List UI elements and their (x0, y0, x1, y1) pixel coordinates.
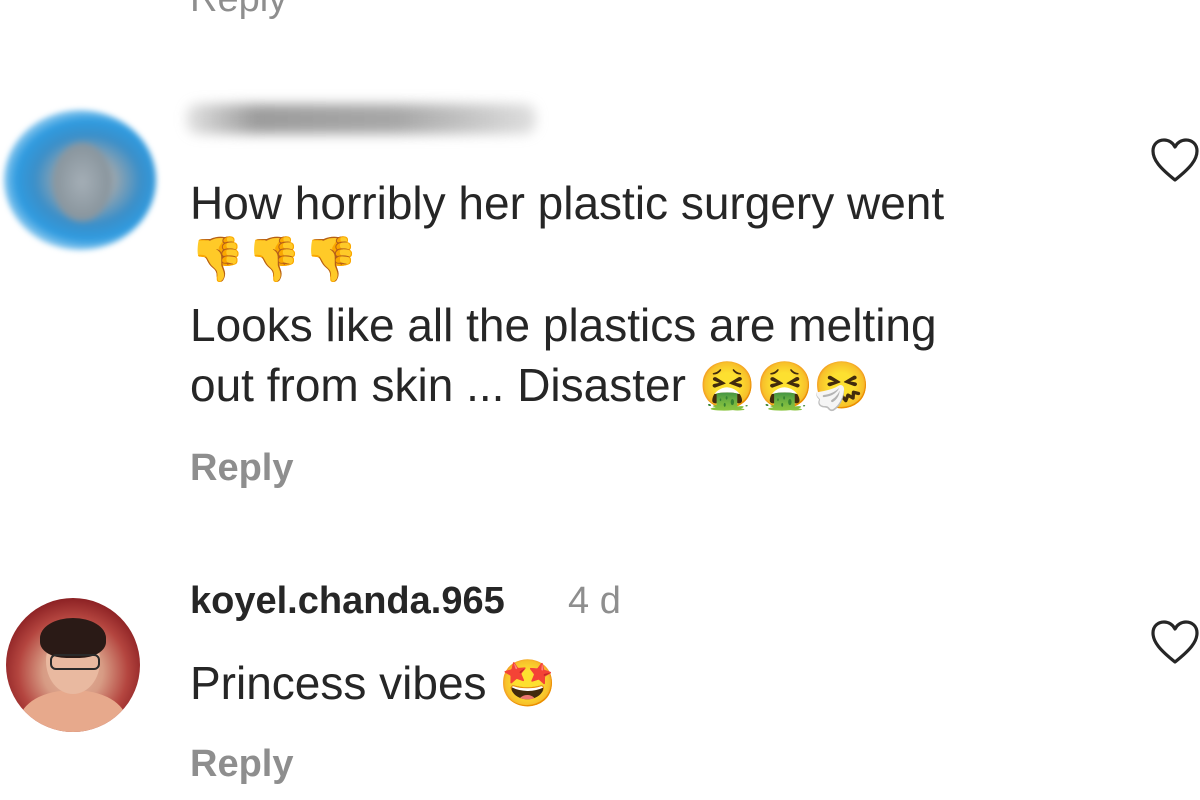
comment-text-line-1: How horribly her plastic surgery went (190, 177, 945, 229)
comment-text-line-3: out from skin ... Disaster 🤮🤮🤧 (190, 359, 871, 411)
blurred-username[interactable] (186, 104, 536, 134)
comment-username[interactable]: koyel.chanda.965 (190, 578, 505, 624)
heart-outline-icon[interactable] (1150, 138, 1200, 184)
reply-button[interactable]: Reply (190, 742, 293, 786)
avatar[interactable] (4, 110, 156, 250)
comment-text-line-2: Looks like all the plastics are melting (190, 299, 937, 351)
avatar[interactable] (6, 598, 140, 732)
previous-reply-fragment[interactable]: Reply (190, 0, 287, 21)
comment-timestamp: 4 d (568, 580, 621, 622)
comment-text: Princess vibes 🤩 (190, 657, 557, 709)
thumbs-down-emoji-row: 👎👎👎 (190, 235, 361, 284)
reply-button[interactable]: Reply (190, 446, 293, 490)
heart-outline-icon[interactable] (1150, 620, 1200, 666)
